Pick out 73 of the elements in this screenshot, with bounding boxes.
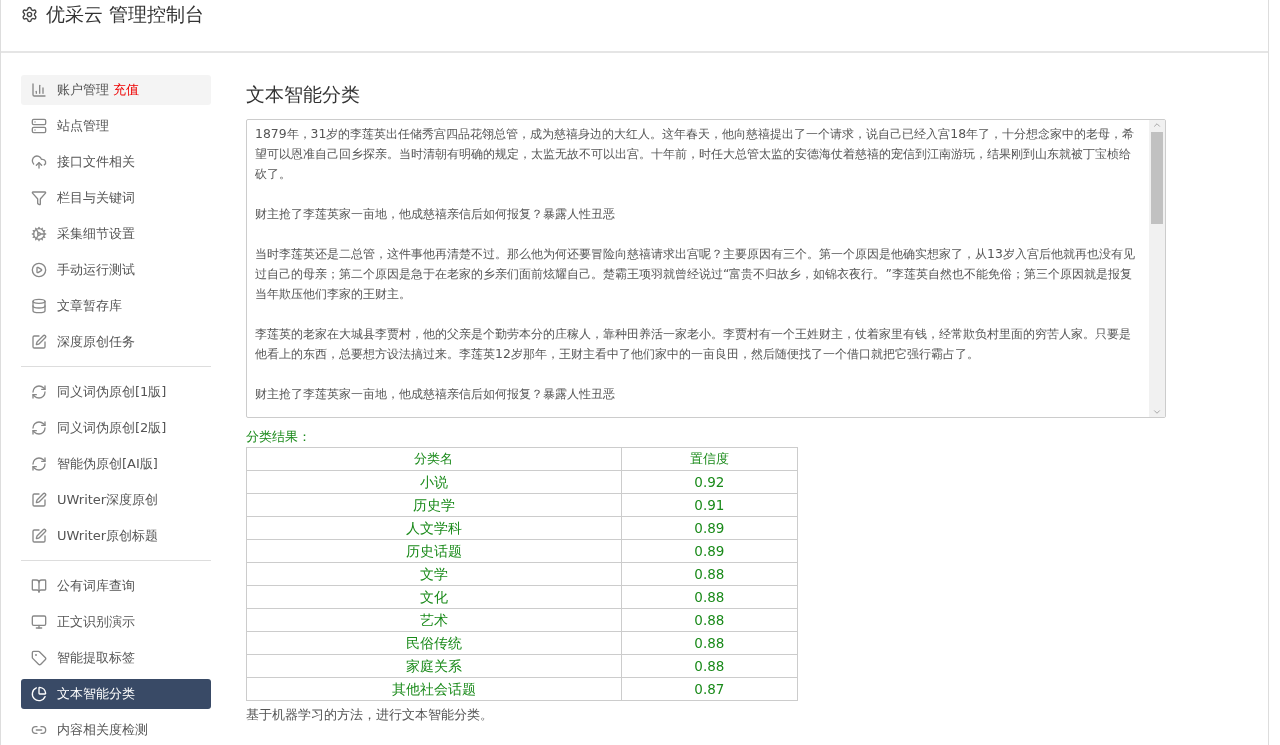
sidebar-item[interactable]: 采集细节设置 (21, 219, 211, 249)
table-cell: 文化 (246, 585, 622, 609)
table-cell: 0.91 (621, 493, 798, 517)
column-header: 分类名 (246, 447, 622, 471)
sidebar-item[interactable]: 手动运行测试 (21, 255, 211, 285)
sidebar-item[interactable]: 智能伪原创[AI版] (21, 449, 211, 479)
table-cell: 0.88 (621, 631, 798, 655)
sidebar-item[interactable]: 公有词库查询 (21, 571, 211, 601)
paragraph: 李莲英的老家在大城县李贾村，他的父亲是个勤劳本分的庄稼人，靠种田养活一家老小。李贾村有一个王姓财主，仗着家里有钱，经常欺负村里面的穷苦人家。只要是他看上的东西，总要想方设法搞过来。李莲英12岁那年，王财主看中了他们家中的一亩良田，然后随便找了一个借口就把它强行霸占了。 (255, 325, 1132, 363)
table-cell: 小说 (246, 470, 622, 494)
table-cell: 人文学科 (246, 516, 622, 540)
table-cell: 0.89 (621, 539, 798, 563)
server-icon (31, 118, 47, 134)
table-cell: 0.88 (621, 608, 798, 632)
sidebar-item[interactable]: 接口文件相关 (21, 147, 211, 177)
sidebar-item[interactable]: 站点管理 (21, 111, 211, 141)
text-area[interactable] (246, 119, 1166, 418)
table-cell: 0.92 (621, 470, 798, 494)
table-cell: 家庭关系 (246, 654, 622, 678)
refresh-icon (31, 456, 47, 472)
scrollbar[interactable] (1149, 120, 1165, 417)
table-cell: 0.88 (621, 562, 798, 586)
scroll-up-icon[interactable] (1152, 120, 1162, 130)
sidebar-item[interactable]: 智能提取标签 (21, 643, 211, 673)
edit-icon (31, 334, 47, 350)
table-cell: 0.88 (621, 585, 798, 609)
monitor-icon (31, 614, 47, 630)
table-cell: 民俗传统 (246, 631, 622, 655)
sidebar-item[interactable]: 文本智能分类 (21, 679, 211, 709)
paragraph: 当时李莲英还是二总管，这件事他再清楚不过。那么他为何还要冒险向慈禧请求出宫呢？主要原因有三个。第一个原因是他确实想家了，从13岁入宫后他就再也没有见过自己的母亲；第二个原因是急于在老家的乡亲们面前炫耀自己。楚霸王项羽就曾经说过“富贵不归故乡，如锦衣夜行。”李莲英自然也不能免俗；第三个原因就是报复当年欺压他们李家的王财主。 (255, 245, 1136, 303)
sidebar-item[interactable]: UWriter原创标题 (21, 521, 211, 551)
cloud-upload-icon (31, 154, 47, 170)
sidebar-item[interactable]: 账户管理 充值 (21, 75, 211, 105)
table-cell: 历史学 (246, 493, 622, 517)
console-title: 优采云 管理控制台 (46, 3, 205, 25)
refresh-icon (31, 420, 47, 436)
play-icon (31, 262, 47, 278)
table-cell: 文学 (246, 562, 622, 586)
sidebar-item[interactable]: UWriter深度原创 (21, 485, 211, 515)
paragraph: 财主抢了李莲英家一亩地，他成慈禧亲信后如何报复？暴露人性丑恶 (255, 385, 616, 403)
sidebar-item[interactable]: 内容相关度检测 (21, 715, 211, 745)
table-cell: 0.87 (621, 677, 798, 701)
table-cell: 其他社会话题 (246, 677, 622, 701)
sidebar-item[interactable]: 同义词伪原创[1版] (21, 377, 211, 407)
settings-icon (21, 6, 38, 23)
sidebar-item[interactable]: 正文识别演示 (21, 607, 211, 637)
sidebar-item[interactable]: 文章暂存库 (21, 291, 211, 321)
result-label: 分类结果： (246, 428, 312, 445)
sidebar-item[interactable]: 同义词伪原创[2版] (21, 413, 211, 443)
pie-chart-icon (31, 686, 47, 702)
bar-chart-icon (31, 82, 47, 98)
edit-icon (31, 492, 47, 508)
gears-icon (31, 226, 47, 242)
column-header: 置信度 (621, 447, 798, 471)
sidebar-item[interactable]: 深度原创任务 (21, 327, 211, 357)
paragraph: 财主抢了李莲英家一亩地，他成慈禧亲信后如何报复？暴露人性丑恶 (255, 205, 616, 223)
table-cell: 0.88 (621, 654, 798, 678)
scrollbar-thumb[interactable] (1151, 132, 1163, 224)
book-icon (31, 578, 47, 594)
table-cell: 0.89 (621, 516, 798, 540)
database-icon (31, 298, 47, 314)
scroll-down-icon[interactable] (1152, 407, 1162, 417)
filter-icon (31, 190, 47, 206)
footnote: 基于机器学习的方法，进行文本智能分类。 (246, 706, 494, 723)
paragraph: 1879年，31岁的李莲英出任储秀宫四品花翎总管，成为慈禧身边的大红人。这年春天，他向慈禧提出了一个请求，说自己已经入宫18年了，十分想念家中的老母，希望可以恩准自己回乡探亲。当时清朝有明确的规定，太监无故不可以出宫。十年前，时任大总管太监的安德海仗着慈禧的宠信到江南游玩，结果刚到山东就被丁宝桢给砍了。 (255, 125, 1136, 183)
sidebar-item[interactable]: 栏目与关键词 (21, 183, 211, 213)
tag-icon (31, 650, 47, 666)
refresh-icon (31, 384, 47, 400)
recharge-link[interactable]: 充值 (113, 81, 139, 99)
table-cell: 艺术 (246, 608, 622, 632)
edit-icon (31, 528, 47, 544)
table-cell: 历史话题 (246, 539, 622, 563)
page-title: 文本智能分类 (246, 82, 361, 107)
